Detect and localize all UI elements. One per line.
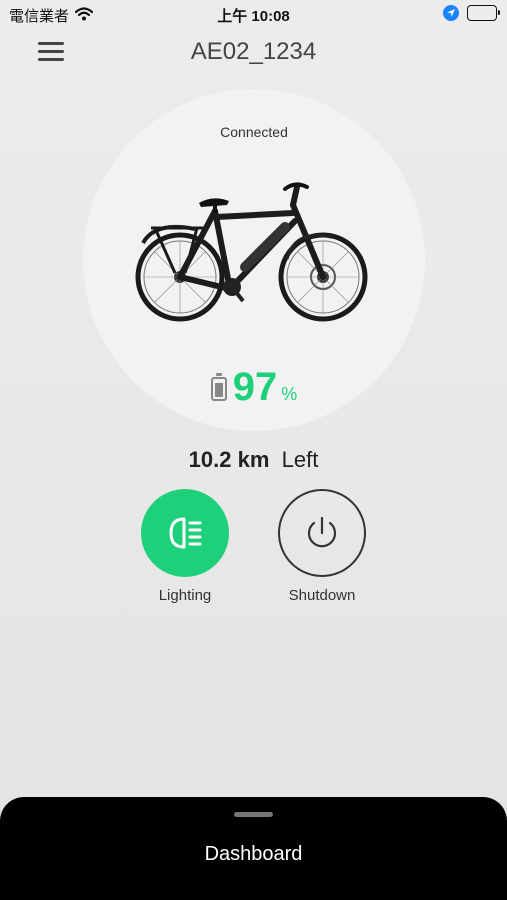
bike-image bbox=[135, 182, 368, 322]
shutdown-label: Shutdown bbox=[288, 587, 356, 604]
lighting-label: Lighting bbox=[158, 587, 212, 604]
lighting-control: Lighting bbox=[125, 489, 245, 604]
battery-percent-unit: % bbox=[281, 384, 298, 404]
bottom-sheet[interactable]: Dashboard bbox=[0, 797, 507, 900]
dashboard-label[interactable]: Dashboard bbox=[0, 843, 507, 866]
range-remaining: 10.2 km Left bbox=[0, 447, 507, 473]
power-icon bbox=[307, 516, 337, 548]
page-title: AE02_1234 bbox=[190, 38, 317, 65]
bike-status-panel: Connected 97 % bbox=[83, 89, 425, 431]
battery-status-icon bbox=[467, 5, 500, 21]
header: AE02_1234 bbox=[0, 28, 507, 78]
headlight-icon bbox=[169, 517, 202, 549]
range-suffix: Left bbox=[281, 447, 319, 472]
range-value: 10.2 km bbox=[188, 447, 270, 472]
status-right bbox=[443, 5, 500, 21]
status-time: 上午 10:08 bbox=[217, 8, 290, 25]
shutdown-control: Shutdown bbox=[262, 489, 382, 604]
battery-icon bbox=[210, 373, 227, 401]
status-bar: 電信業者 上午 10:08 bbox=[0, 0, 507, 28]
connection-status: Connected bbox=[220, 124, 288, 140]
shutdown-button[interactable] bbox=[278, 489, 366, 577]
battery-readout: 97 % bbox=[83, 367, 425, 407]
sheet-drag-handle[interactable] bbox=[234, 812, 273, 817]
battery-percent-value: 97 bbox=[232, 365, 278, 409]
lighting-button[interactable] bbox=[141, 489, 229, 577]
location-icon bbox=[443, 5, 459, 21]
